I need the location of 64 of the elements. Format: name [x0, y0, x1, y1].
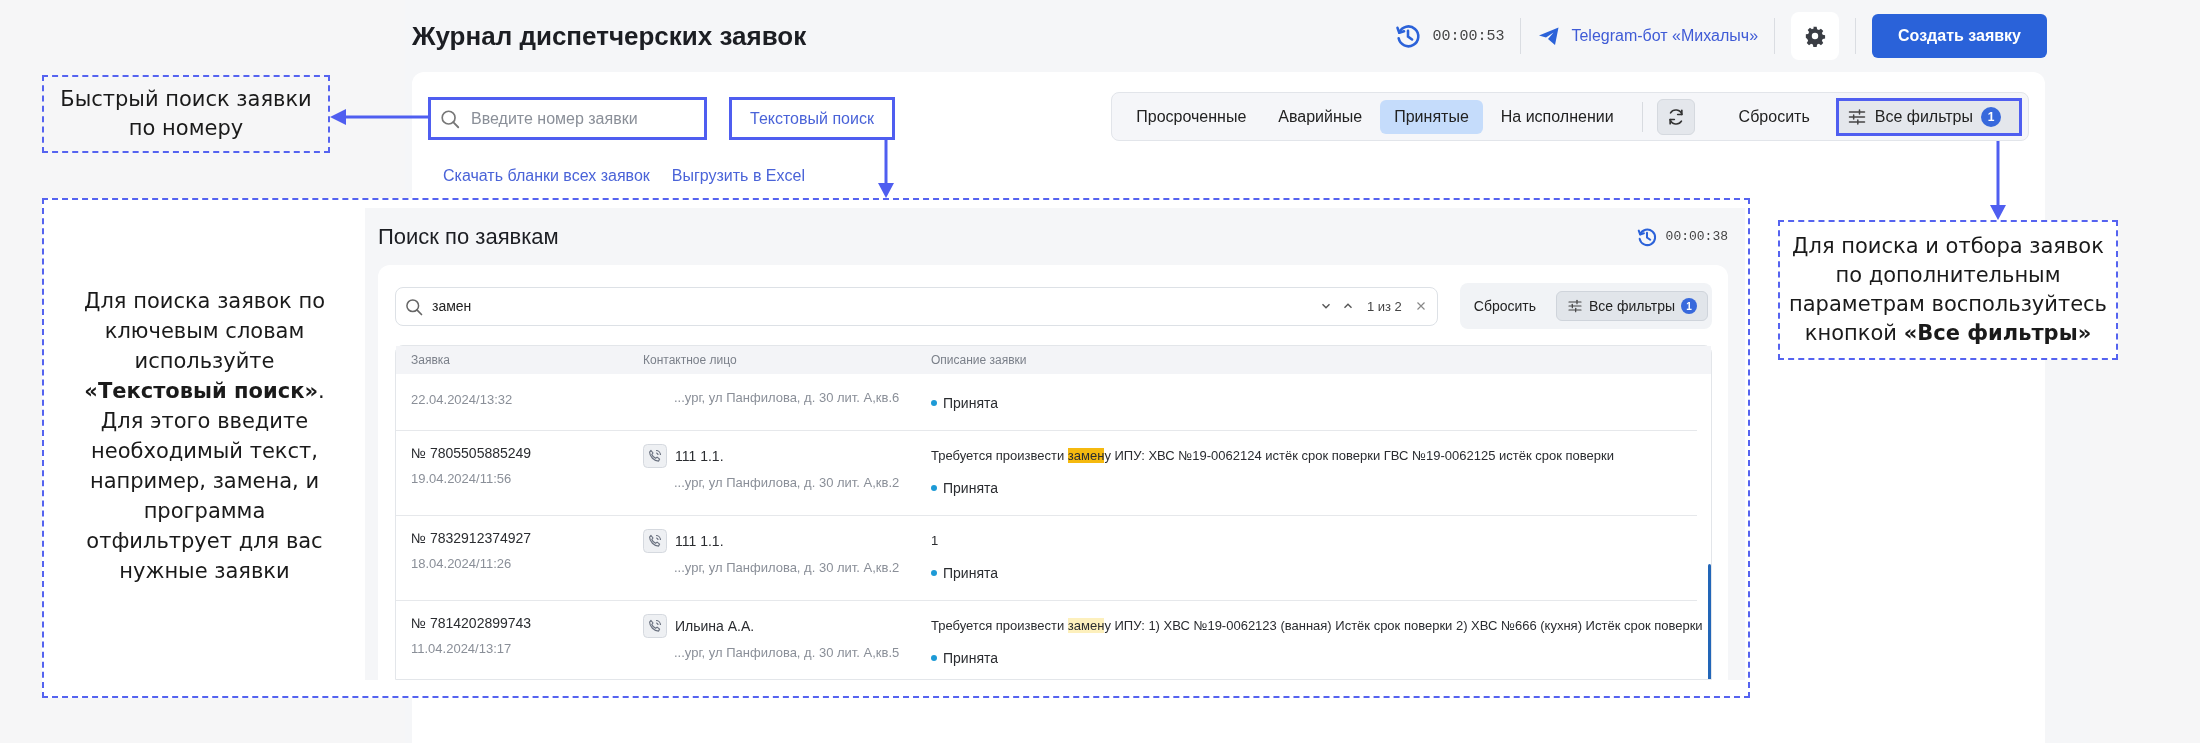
reset-button[interactable]: Сбросить — [1724, 99, 1824, 134]
sliders-icon — [1846, 106, 1867, 127]
phone-icon — [643, 529, 667, 553]
session-timer: 00:00:38 — [1665, 229, 1728, 244]
request-number: № 7814202899743 — [411, 615, 533, 631]
contact-address: ...ург, ул Панфилова, д. 30 лит. А,кв.6 — [674, 390, 901, 405]
page-title: Журнал диспетчерских заявок — [412, 20, 807, 52]
callout-text: Для поиска и отбора заявок по дополнительным параметрам воспользуйтесь кнопкой «Все фильтры» — [1788, 233, 2108, 347]
history-icon — [1394, 22, 1423, 50]
request-description: Требуется произвести замену ИПУ: 1) ХВС №19-0062123 (ванная) Истёк срок поверки 2) ХВС №666 (кухня) Истёк срок поверки — [931, 617, 1703, 635]
callout-text: Быстрый поиск заявки по номеру — [59, 86, 313, 142]
request-number-search-field[interactable]: Введите номер заявки — [428, 97, 707, 140]
status-dot — [931, 400, 937, 406]
request-number: № 7805505885249 — [411, 445, 533, 461]
sliders-icon — [1567, 298, 1583, 314]
panel-title: Поиск по заявкам — [378, 223, 559, 250]
all-filters-button[interactable]: Все фильтры 1 — [1556, 291, 1708, 321]
column-header: Заявка — [411, 353, 451, 367]
contact-name: Ильина А.А. — [675, 618, 755, 634]
settings-button[interactable] — [1791, 12, 1840, 60]
callout-text: Для поиска заявок по ключевым словам используйте «Текстовый поиск». Для этого введите необходимый текст, например, замена, и программа отфильтрует для вас нужные заявки — [83, 288, 326, 585]
contact-name: 111 1.1. — [675, 533, 724, 549]
request-number: № 7832912374927 — [411, 530, 533, 546]
column-header: Контактное лицо — [643, 353, 738, 367]
request-date: 22.04.2024/13:32 — [411, 392, 514, 407]
request-date: 11.04.2024/13:17 — [411, 641, 513, 656]
contact-address: ...ург, ул Панфилова, д. 30 лит. А,кв.5 — [674, 645, 901, 660]
status-dot — [931, 570, 937, 576]
status-dot — [931, 655, 937, 661]
status-filter-tab[interactable]: Просроченные — [1122, 99, 1261, 134]
status-label: Принята — [943, 565, 999, 581]
status-label: Принята — [943, 650, 999, 666]
status-filter-tab[interactable]: На исполнении — [1486, 99, 1628, 134]
action-link[interactable]: Выгрузить в Excel — [671, 167, 805, 185]
search-icon — [404, 296, 424, 317]
refresh-button[interactable] — [1656, 98, 1695, 135]
status-label: Принята — [943, 395, 999, 411]
match-counter: 1 из 2 — [1366, 298, 1402, 314]
reset-button[interactable]: Сбросить — [1463, 292, 1546, 320]
action-link[interactable]: Скачать бланки всех заявок — [443, 167, 650, 185]
phone-icon — [643, 614, 667, 638]
telegram-link[interactable]: Telegram-бот «Михалыч» — [1571, 27, 1759, 45]
filter-count-badge: 1 — [1981, 106, 2001, 127]
text-search-link[interactable]: Текстовый поиск — [729, 97, 895, 140]
scrollbar-thumb[interactable] — [1708, 564, 1711, 679]
request-date: 18.04.2024/11:26 — [411, 556, 513, 571]
contact-name: 111 1.1. — [675, 448, 724, 464]
history-icon — [1635, 225, 1658, 248]
column-header: Описание заявки — [931, 353, 1028, 367]
all-filters-button[interactable]: Все фильтры 1 — [1835, 97, 2022, 136]
search-icon — [439, 108, 461, 130]
request-description: 1 — [931, 532, 939, 550]
contact-address: ...ург, ул Панфилова, д. 30 лит. А,кв.2 — [674, 560, 901, 575]
status-filter-tab[interactable]: Аварийные — [1264, 99, 1377, 134]
status-dot — [931, 485, 937, 491]
status-label: Принята — [943, 480, 999, 496]
phone-icon — [643, 444, 667, 468]
session-timer: 00:00:53 — [1432, 27, 1505, 45]
create-request-button[interactable]: Создать заявку — [1872, 14, 2047, 58]
settings-icon — [1804, 25, 1827, 47]
contact-address: ...ург, ул Панфилова, д. 30 лит. А,кв.2 — [674, 475, 901, 490]
status-filter-tab[interactable]: Принятые — [1380, 99, 1483, 134]
filter-count-badge: 1 — [1681, 298, 1697, 314]
request-date: 19.04.2024/11:56 — [411, 471, 513, 486]
